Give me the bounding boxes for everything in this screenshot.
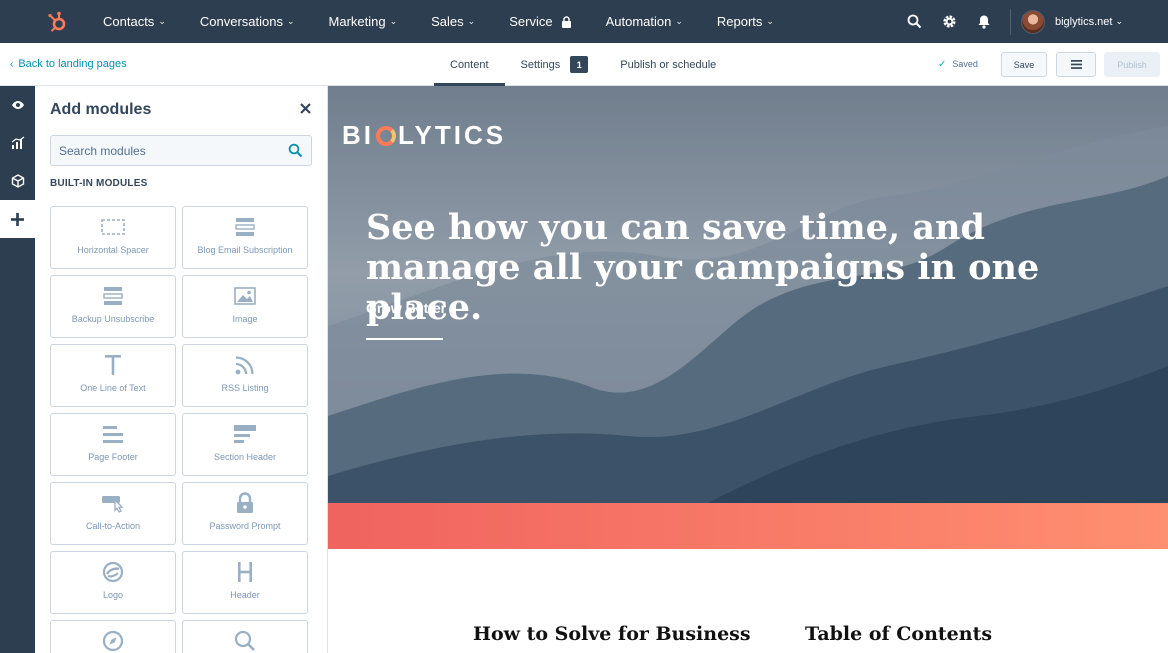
module-rss-listing[interactable]: RSS Listing xyxy=(182,344,308,407)
analytics-chart-icon[interactable] xyxy=(0,124,35,162)
gear-icon[interactable] xyxy=(932,0,967,43)
nav-service[interactable]: Service xyxy=(492,0,588,43)
top-navigation: Contacts ⌄ Conversations ⌄ Marketing ⌄ Sale… xyxy=(0,0,1168,43)
lock-icon xyxy=(561,15,572,28)
search-icon xyxy=(183,629,307,653)
publish-button[interactable]: Publish xyxy=(1104,52,1160,77)
biglytics-logo: BI LYTICS xyxy=(342,120,507,150)
tab-content[interactable]: Content xyxy=(434,43,505,86)
chevron-down-icon: ⌄ xyxy=(158,16,166,26)
page-preview-canvas[interactable]: BI LYTICS See how you can save time, and… xyxy=(328,86,1168,653)
add-modules-panel: Add modules BUILT-IN MODULES Horizontal … xyxy=(35,86,328,653)
unsubscribe-icon xyxy=(51,284,175,308)
brand-mark-icon xyxy=(376,125,396,146)
chevron-left-icon: ‹ xyxy=(10,58,14,70)
chevron-down-icon: ⌄ xyxy=(1115,16,1123,26)
module-backup-unsubscribe[interactable]: Backup Unsubscribe xyxy=(50,275,176,338)
nav-utilities: biglytics.net ⌄ xyxy=(897,0,1168,43)
blog-subscription-icon xyxy=(183,215,307,239)
chevron-down-icon: ⌄ xyxy=(467,16,476,26)
compass-icon xyxy=(51,629,175,653)
nav-menu: Contacts ⌄ Conversations ⌄ Marketing ⌄ Sale… xyxy=(86,0,791,43)
module-image[interactable]: Image xyxy=(182,275,308,338)
app-window: Contacts ⌄ Conversations ⌄ Marketing ⌄ Sale… xyxy=(0,0,1168,653)
search-modules-input[interactable] xyxy=(51,136,281,165)
section-heading-business: How to Solve for Business xyxy=(473,623,751,645)
nav-divider xyxy=(1009,8,1011,35)
image-icon xyxy=(183,284,307,308)
hero-divider xyxy=(366,338,443,340)
chevron-down-icon: ⌄ xyxy=(675,16,683,26)
hero-subheading: Grow Better xyxy=(366,300,447,316)
chevron-down-icon: ⌄ xyxy=(389,16,398,26)
hamburger-icon xyxy=(1070,60,1082,69)
search-icon[interactable] xyxy=(288,143,303,158)
module-one-line-of-text[interactable]: One Line of Text xyxy=(50,344,176,407)
module-password-prompt[interactable]: Password Prompt xyxy=(182,482,308,545)
close-icon[interactable] xyxy=(297,100,313,116)
spacer-icon xyxy=(51,215,175,239)
editor-sidebar-rail xyxy=(0,86,35,653)
module-search[interactable] xyxy=(182,620,308,653)
module-logo[interactable]: Logo xyxy=(50,551,176,614)
editor-tabs: Content Settings 1 Publish or schedule xyxy=(434,43,732,86)
built-in-modules-heading: BUILT-IN MODULES xyxy=(50,178,148,189)
module-header[interactable]: Header xyxy=(182,551,308,614)
cta-icon xyxy=(51,491,175,515)
nav-conversations[interactable]: Conversations ⌄ xyxy=(183,0,312,43)
nav-sales[interactable]: Sales ⌄ xyxy=(414,0,492,43)
back-to-landing-pages-link[interactable]: ‹ Back to landing pages xyxy=(10,43,127,85)
save-button[interactable]: Save xyxy=(1001,52,1047,77)
add-module-plus-icon[interactable] xyxy=(0,200,35,238)
module-section-header[interactable]: Section Header xyxy=(182,413,308,476)
settings-count-badge: 1 xyxy=(570,56,589,73)
section-header-icon xyxy=(183,422,307,446)
search-modules-field xyxy=(50,135,312,166)
account-menu[interactable]: biglytics.net ⌄ xyxy=(1055,16,1123,28)
module-horizontal-spacer[interactable]: Horizontal Spacer xyxy=(50,206,176,269)
notification-bell-icon[interactable] xyxy=(967,0,1002,43)
modules-box-icon[interactable] xyxy=(0,162,35,200)
nav-automation[interactable]: Automation ⌄ xyxy=(589,0,700,43)
panel-title: Add modules xyxy=(50,101,152,118)
nav-reports[interactable]: Reports ⌄ xyxy=(700,0,791,43)
chevron-down-icon: ⌄ xyxy=(766,16,774,26)
tab-settings[interactable]: Settings 1 xyxy=(505,43,605,86)
coral-accent-band xyxy=(328,503,1168,549)
hubspot-logo-icon[interactable] xyxy=(40,0,76,43)
hero-banner[interactable]: BI LYTICS See how you can save time, and… xyxy=(328,86,1168,503)
more-options-button[interactable] xyxy=(1056,52,1096,77)
saved-status: ✓ Saved xyxy=(938,58,978,70)
logo-icon xyxy=(51,560,175,584)
module-page-footer[interactable]: Page Footer xyxy=(50,413,176,476)
section-heading-toc: Table of Contents xyxy=(805,623,993,645)
module-compass[interactable] xyxy=(50,620,176,653)
text-icon xyxy=(51,353,175,377)
checkmark-icon: ✓ xyxy=(938,58,947,70)
editor-toolbar: ‹ Back to landing pages Content Settings… xyxy=(0,43,1168,86)
search-icon[interactable] xyxy=(897,0,932,43)
hero-headline: See how you can save time, and manage al… xyxy=(366,207,1040,328)
lock-icon xyxy=(183,491,307,515)
footer-icon xyxy=(51,422,175,446)
nav-marketing[interactable]: Marketing ⌄ xyxy=(312,0,415,43)
nav-contacts[interactable]: Contacts ⌄ xyxy=(86,0,183,43)
chevron-down-icon: ⌄ xyxy=(286,16,295,26)
module-call-to-action[interactable]: Call-to-Action xyxy=(50,482,176,545)
preview-eye-icon[interactable] xyxy=(0,86,35,124)
module-blog-email-subscription[interactable]: Blog Email Subscription xyxy=(182,206,308,269)
rss-icon xyxy=(183,353,307,377)
header-icon xyxy=(183,560,307,584)
tab-publish-or-schedule[interactable]: Publish or schedule xyxy=(604,43,732,86)
avatar[interactable] xyxy=(1020,9,1045,34)
